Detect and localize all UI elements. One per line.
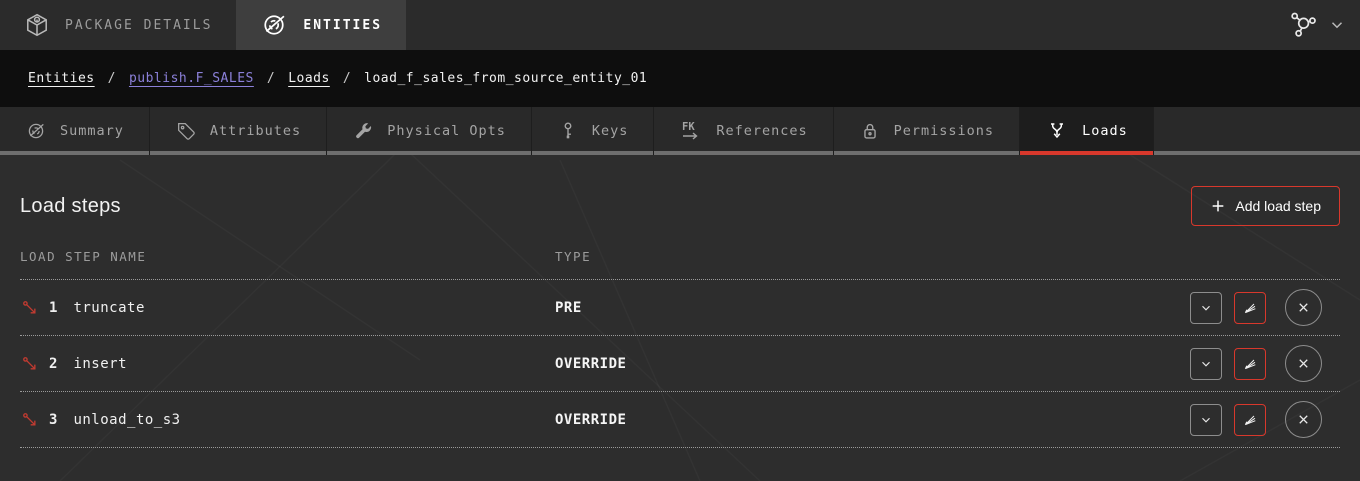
row-edit-button[interactable] (1234, 348, 1266, 380)
foreign-key-icon: FK (679, 119, 703, 143)
tab-loads[interactable]: Loads (1020, 107, 1154, 155)
breadcrumb-loads[interactable]: Loads (288, 71, 330, 86)
row-expand-button[interactable] (1190, 348, 1222, 380)
tab-permissions[interactable]: Permissions (834, 107, 1020, 155)
step-name: truncate (73, 300, 144, 316)
step-type: PRE (555, 300, 1190, 316)
plus-icon (1210, 198, 1226, 214)
top-tab-label: PACKAGE DETAILS (65, 18, 212, 33)
step-number: 3 (49, 412, 57, 428)
network-icon[interactable] (1288, 10, 1318, 40)
load-steps-panel: Load steps Add load step LOAD STEP NAME … (0, 186, 1360, 448)
tab-summary[interactable]: Summary (0, 107, 150, 155)
chevron-down-icon (1199, 413, 1213, 427)
entity-tabbar: Summary Attributes Physical Opts (0, 107, 1360, 155)
column-header-name: LOAD STEP NAME (20, 249, 555, 264)
page-title: Load steps (20, 195, 121, 218)
add-load-step-button[interactable]: Add load step (1191, 186, 1340, 226)
breadcrumb-entity-link[interactable]: publish.F_SALES (129, 71, 254, 86)
column-header-type: TYPE (555, 249, 1190, 264)
load-step-arrow-icon (20, 410, 40, 430)
tab-label: Summary (60, 123, 124, 139)
table-header: LOAD STEP NAME TYPE (20, 249, 1340, 280)
tab-label: Loads (1082, 123, 1128, 139)
chevron-down-icon[interactable] (1328, 16, 1346, 34)
breadcrumb-separator: / (108, 71, 116, 86)
tab-references[interactable]: FK References (654, 107, 833, 155)
step-number: 1 (49, 300, 57, 316)
tab-label: Keys (592, 123, 629, 139)
row-delete-button[interactable] (1285, 401, 1322, 438)
quill-edit-icon (1242, 356, 1258, 372)
row-expand-button[interactable] (1190, 404, 1222, 436)
package-icon (24, 12, 50, 38)
row-edit-button[interactable] (1234, 292, 1266, 324)
breadcrumb-separator: / (343, 71, 351, 86)
tab-attributes[interactable]: Attributes (150, 107, 327, 155)
row-edit-button[interactable] (1234, 404, 1266, 436)
close-icon (1296, 356, 1311, 371)
tab-label: Attributes (210, 123, 301, 139)
close-icon (1296, 300, 1311, 315)
step-name: unload_to_s3 (73, 412, 180, 428)
lock-icon (859, 120, 881, 142)
tag-icon (175, 120, 197, 142)
row-delete-button[interactable] (1285, 289, 1322, 326)
merge-icon (1045, 119, 1069, 143)
tab-keys[interactable]: Keys (532, 107, 655, 155)
load-step-arrow-icon (20, 298, 40, 318)
summary-icon (25, 120, 47, 142)
table-row: 1 truncate PRE (20, 280, 1340, 336)
tab-label: References (716, 123, 807, 139)
step-type: OVERRIDE (555, 356, 1190, 372)
breadcrumb: Entities / publish.F_SALES / Loads / loa… (0, 50, 1360, 107)
step-name: insert (73, 356, 127, 372)
breadcrumb-separator: / (267, 71, 275, 86)
key-icon (557, 120, 579, 142)
breadcrumb-current: load_f_sales_from_source_entity_01 (364, 71, 647, 86)
chevron-down-icon (1199, 357, 1213, 371)
load-step-arrow-icon (20, 354, 40, 374)
tab-label: Permissions (894, 123, 994, 139)
wrench-icon (352, 120, 374, 142)
chevron-down-icon (1199, 301, 1213, 315)
load-steps-table: LOAD STEP NAME TYPE 1 truncate PRE (20, 249, 1340, 448)
breadcrumb-entities[interactable]: Entities (28, 71, 95, 86)
table-row: 3 unload_to_s3 OVERRIDE (20, 392, 1340, 448)
top-tab-entities[interactable]: ENTITIES (236, 0, 406, 50)
table-row: 2 insert OVERRIDE (20, 336, 1340, 392)
entities-icon (260, 11, 288, 39)
top-tab-package-details[interactable]: PACKAGE DETAILS (0, 0, 236, 50)
close-icon (1296, 412, 1311, 427)
tab-label: Physical Opts (387, 123, 506, 139)
top-nav-right (1288, 0, 1360, 50)
row-delete-button[interactable] (1285, 345, 1322, 382)
top-nav: PACKAGE DETAILS ENTITIES (0, 0, 1360, 50)
row-expand-button[interactable] (1190, 292, 1222, 324)
svg-text:FK: FK (682, 121, 695, 133)
quill-edit-icon (1242, 300, 1258, 316)
tab-physical-opts[interactable]: Physical Opts (327, 107, 532, 155)
step-type: OVERRIDE (555, 412, 1190, 428)
add-load-step-label: Add load step (1235, 198, 1321, 214)
quill-edit-icon (1242, 412, 1258, 428)
top-tab-label: ENTITIES (303, 18, 382, 33)
step-number: 2 (49, 356, 57, 372)
